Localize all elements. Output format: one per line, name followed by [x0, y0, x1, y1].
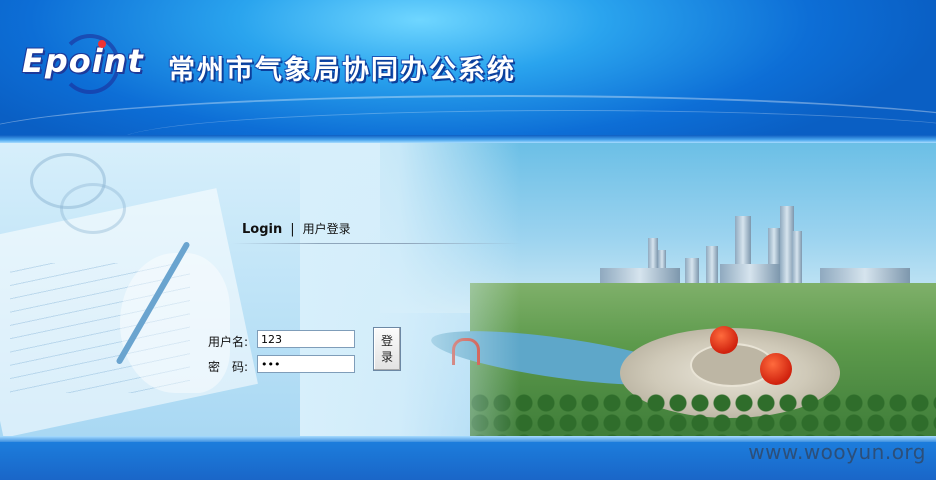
glasses-illustration-2	[60, 183, 126, 234]
login-button[interactable]: 登 录	[373, 327, 401, 371]
lantern-icon	[760, 353, 792, 385]
login-banner	[0, 143, 936, 436]
epoint-logo: Epoint	[22, 42, 144, 80]
lantern-icon	[710, 326, 738, 354]
password-label: 密 码:	[208, 360, 249, 374]
login-heading-separator: |	[290, 222, 295, 237]
logo-dot-icon	[98, 40, 106, 48]
building	[792, 231, 802, 286]
login-button-label-1: 登	[380, 334, 393, 348]
login-heading: Login | 用户登录	[242, 220, 351, 237]
system-title: 常州市气象局协同办公系统	[168, 55, 516, 86]
header-divider	[0, 135, 936, 143]
watermark-text: www.wooyun.org	[748, 440, 926, 464]
building	[685, 258, 699, 286]
login-heading-cn: 用户登录	[302, 222, 351, 236]
login-heading-en: Login	[242, 222, 283, 237]
header-banner: Epoint 常州市气象局协同办公系统	[0, 0, 936, 135]
login-heading-rule	[232, 243, 522, 244]
password-input[interactable]	[257, 355, 355, 373]
username-input[interactable]	[257, 330, 355, 348]
building	[706, 246, 718, 286]
username-label: 用户名:	[208, 335, 249, 349]
login-button-label-2: 录	[380, 350, 393, 364]
tree-row	[470, 393, 936, 436]
image-fade	[300, 143, 520, 436]
